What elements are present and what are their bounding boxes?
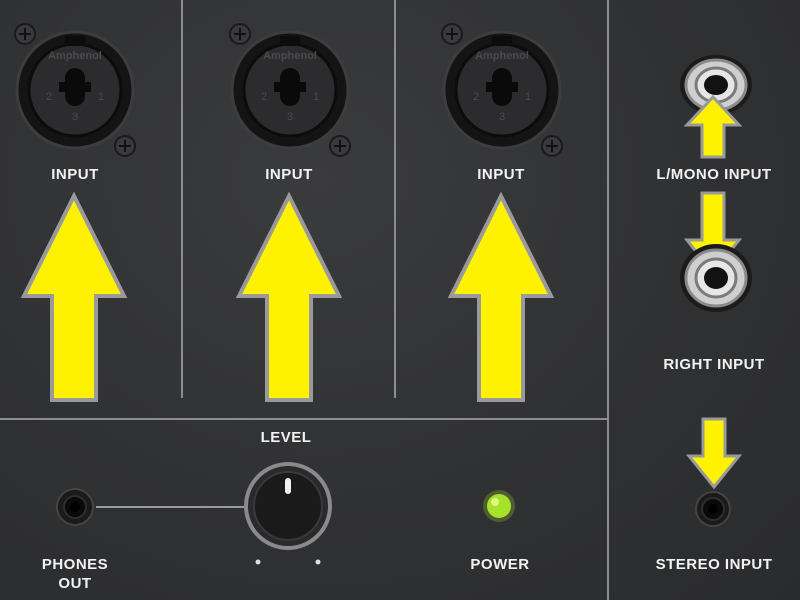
level-knob-icon (244, 462, 332, 550)
phones-out-jack[interactable] (54, 487, 96, 527)
pin-number: 1 (525, 91, 531, 103)
xlr-combo-jack-icon: Amphenol 2 1 3 (15, 30, 135, 150)
section-divider-bottom (0, 418, 607, 420)
level-min-dot (255, 559, 261, 565)
pin-number: 2 (46, 91, 52, 103)
quarter-inch-jack-icon (680, 244, 752, 312)
arrow-up-icon (235, 192, 343, 402)
power-label: POWER (470, 556, 530, 573)
pin-number: 1 (98, 91, 104, 103)
arrow-up-icon (684, 94, 742, 159)
eighth-inch-jack-icon (695, 491, 731, 527)
xlr-combo-jack-icon: Amphenol 2 1 3 (230, 30, 350, 150)
right-quarter-inch-jack[interactable] (676, 240, 756, 316)
channel-divider-1 (181, 0, 183, 398)
pin-number: 3 (499, 111, 505, 123)
screw-icon (329, 135, 351, 157)
channel-3-input-label: INPUT (477, 166, 525, 183)
channel-divider-2 (394, 0, 396, 398)
section-divider-right (607, 0, 609, 600)
mixer-rear-panel: Amphenol 2 1 3 INPUT Amphenol 2 1 3 INPU… (0, 0, 800, 600)
eighth-inch-jack-icon (56, 488, 94, 526)
channel-1-input-label: INPUT (51, 166, 99, 183)
arrow-up-icon (20, 192, 128, 402)
stereo-eighth-inch-jack[interactable] (693, 490, 733, 528)
power-led (483, 490, 515, 522)
connector-brand: Amphenol (475, 50, 529, 62)
xlr-combo-jack-2[interactable]: Amphenol 2 1 3 (220, 12, 360, 162)
level-knob[interactable] (240, 458, 336, 570)
pin-number: 3 (72, 111, 78, 123)
screw-icon (541, 135, 563, 157)
connector-brand: Amphenol (48, 50, 102, 62)
level-max-dot (315, 559, 321, 565)
pin-number: 2 (473, 91, 479, 103)
screw-icon (114, 135, 136, 157)
power-led-icon (483, 490, 515, 522)
pin-number: 3 (287, 111, 293, 123)
screw-icon (229, 23, 251, 45)
phones-level-connector-line (96, 506, 246, 508)
pin-number: 1 (313, 91, 319, 103)
screw-icon (441, 23, 463, 45)
stereo-input-label: STEREO INPUT (655, 556, 773, 573)
connector-brand: Amphenol (263, 50, 317, 62)
arrow-down-icon (686, 417, 742, 490)
xlr-combo-jack-icon: Amphenol 2 1 3 (442, 30, 562, 150)
arrow-up-icon (447, 192, 555, 402)
screw-icon (14, 23, 36, 45)
xlr-combo-jack-3[interactable]: Amphenol 2 1 3 (432, 12, 572, 162)
right-input-label: RIGHT INPUT (663, 356, 765, 373)
level-label: LEVEL (260, 429, 312, 446)
xlr-combo-jack-1[interactable]: Amphenol 2 1 3 (5, 12, 145, 162)
pin-number: 2 (261, 91, 267, 103)
phones-out-label: PHONES OUT (41, 556, 109, 592)
channel-2-input-label: INPUT (265, 166, 313, 183)
left-mono-input-label: L/MONO INPUT (656, 166, 772, 183)
